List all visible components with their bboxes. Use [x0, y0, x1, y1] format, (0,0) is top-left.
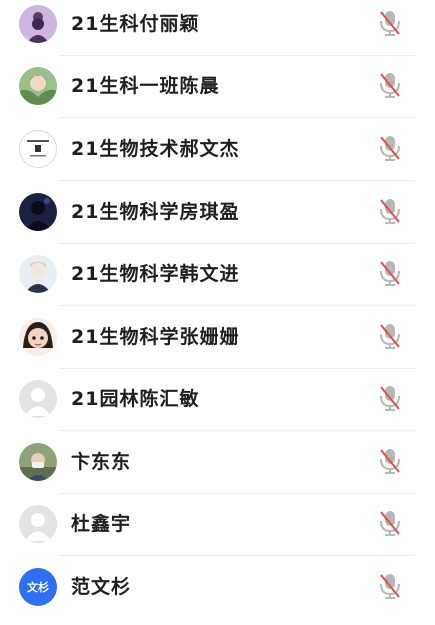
blue-initials-avatar: 文杉 [19, 568, 57, 606]
avatar-initials: 文杉 [27, 581, 49, 594]
row-divider [59, 368, 415, 369]
default-gray-avatar [19, 505, 57, 543]
member-name: 21园林陈汇敏 [71, 388, 200, 410]
member-row[interactable]: 杜鑫宇 [0, 500, 435, 562]
microphone-muted-icon[interactable] [378, 9, 402, 37]
member-name: 21生物科学张姗姗 [71, 326, 240, 348]
row-divider [59, 555, 415, 556]
microphone-muted-icon[interactable] [378, 322, 402, 350]
row-divider [59, 493, 415, 494]
member-row[interactable]: 21生物科学张姗姗 [0, 313, 435, 375]
member-row[interactable]: 21园林陈汇敏 [0, 375, 435, 437]
microphone-muted-icon[interactable] [378, 572, 402, 600]
girl-photo-avatar [19, 67, 57, 105]
microphone-muted-icon[interactable] [378, 259, 402, 287]
member-row[interactable]: 21生科付丽颖 [0, 0, 435, 62]
member-name: 杜鑫宇 [71, 513, 132, 535]
member-name: 卞东东 [71, 451, 132, 473]
row-divider [59, 243, 415, 244]
row-divider [59, 55, 415, 56]
microphone-muted-icon[interactable] [378, 197, 402, 225]
member-name: 21生科付丽颖 [71, 13, 200, 35]
cartoon-girl-avatar [19, 318, 57, 356]
row-divider [59, 117, 415, 118]
row-divider [59, 430, 415, 431]
default-gray-avatar [19, 380, 57, 418]
lady-with-bun-avatar [19, 5, 57, 43]
member-name: 21生科一班陈晨 [71, 75, 220, 97]
member-name: 21生物科学房琪盈 [71, 201, 240, 223]
member-row[interactable]: 21生物科学韩文进 [0, 250, 435, 312]
microphone-muted-icon[interactable] [378, 447, 402, 475]
row-divider [59, 305, 415, 306]
member-list: 21生科付丽颖 21生科一班陈晨 21生物技术郝文杰 21生物科学房琪盈 21生… [0, 0, 435, 612]
member-row[interactable]: 21生物科学房琪盈 [0, 188, 435, 250]
member-row[interactable]: 21生物技术郝文杰 [0, 125, 435, 187]
microphone-muted-icon[interactable] [378, 71, 402, 99]
member-row[interactable]: 卞东东 [0, 438, 435, 500]
row-divider [59, 180, 415, 181]
member-name: 21生物科学韩文进 [71, 263, 240, 285]
microphone-muted-icon[interactable] [378, 134, 402, 162]
dark-silhouette-avatar [19, 193, 57, 231]
member-name: 21生物技术郝文杰 [71, 138, 240, 160]
member-name: 范文杉 [71, 576, 132, 598]
member-row[interactable]: 21生科一班陈晨 [0, 62, 435, 124]
anime-character-avatar [19, 255, 57, 293]
microphone-muted-icon[interactable] [378, 384, 402, 412]
photo-avatar [19, 443, 57, 481]
member-row[interactable]: 文杉 范文杉 [0, 563, 435, 625]
text-logo-avatar [19, 130, 57, 168]
microphone-muted-icon[interactable] [378, 509, 402, 537]
